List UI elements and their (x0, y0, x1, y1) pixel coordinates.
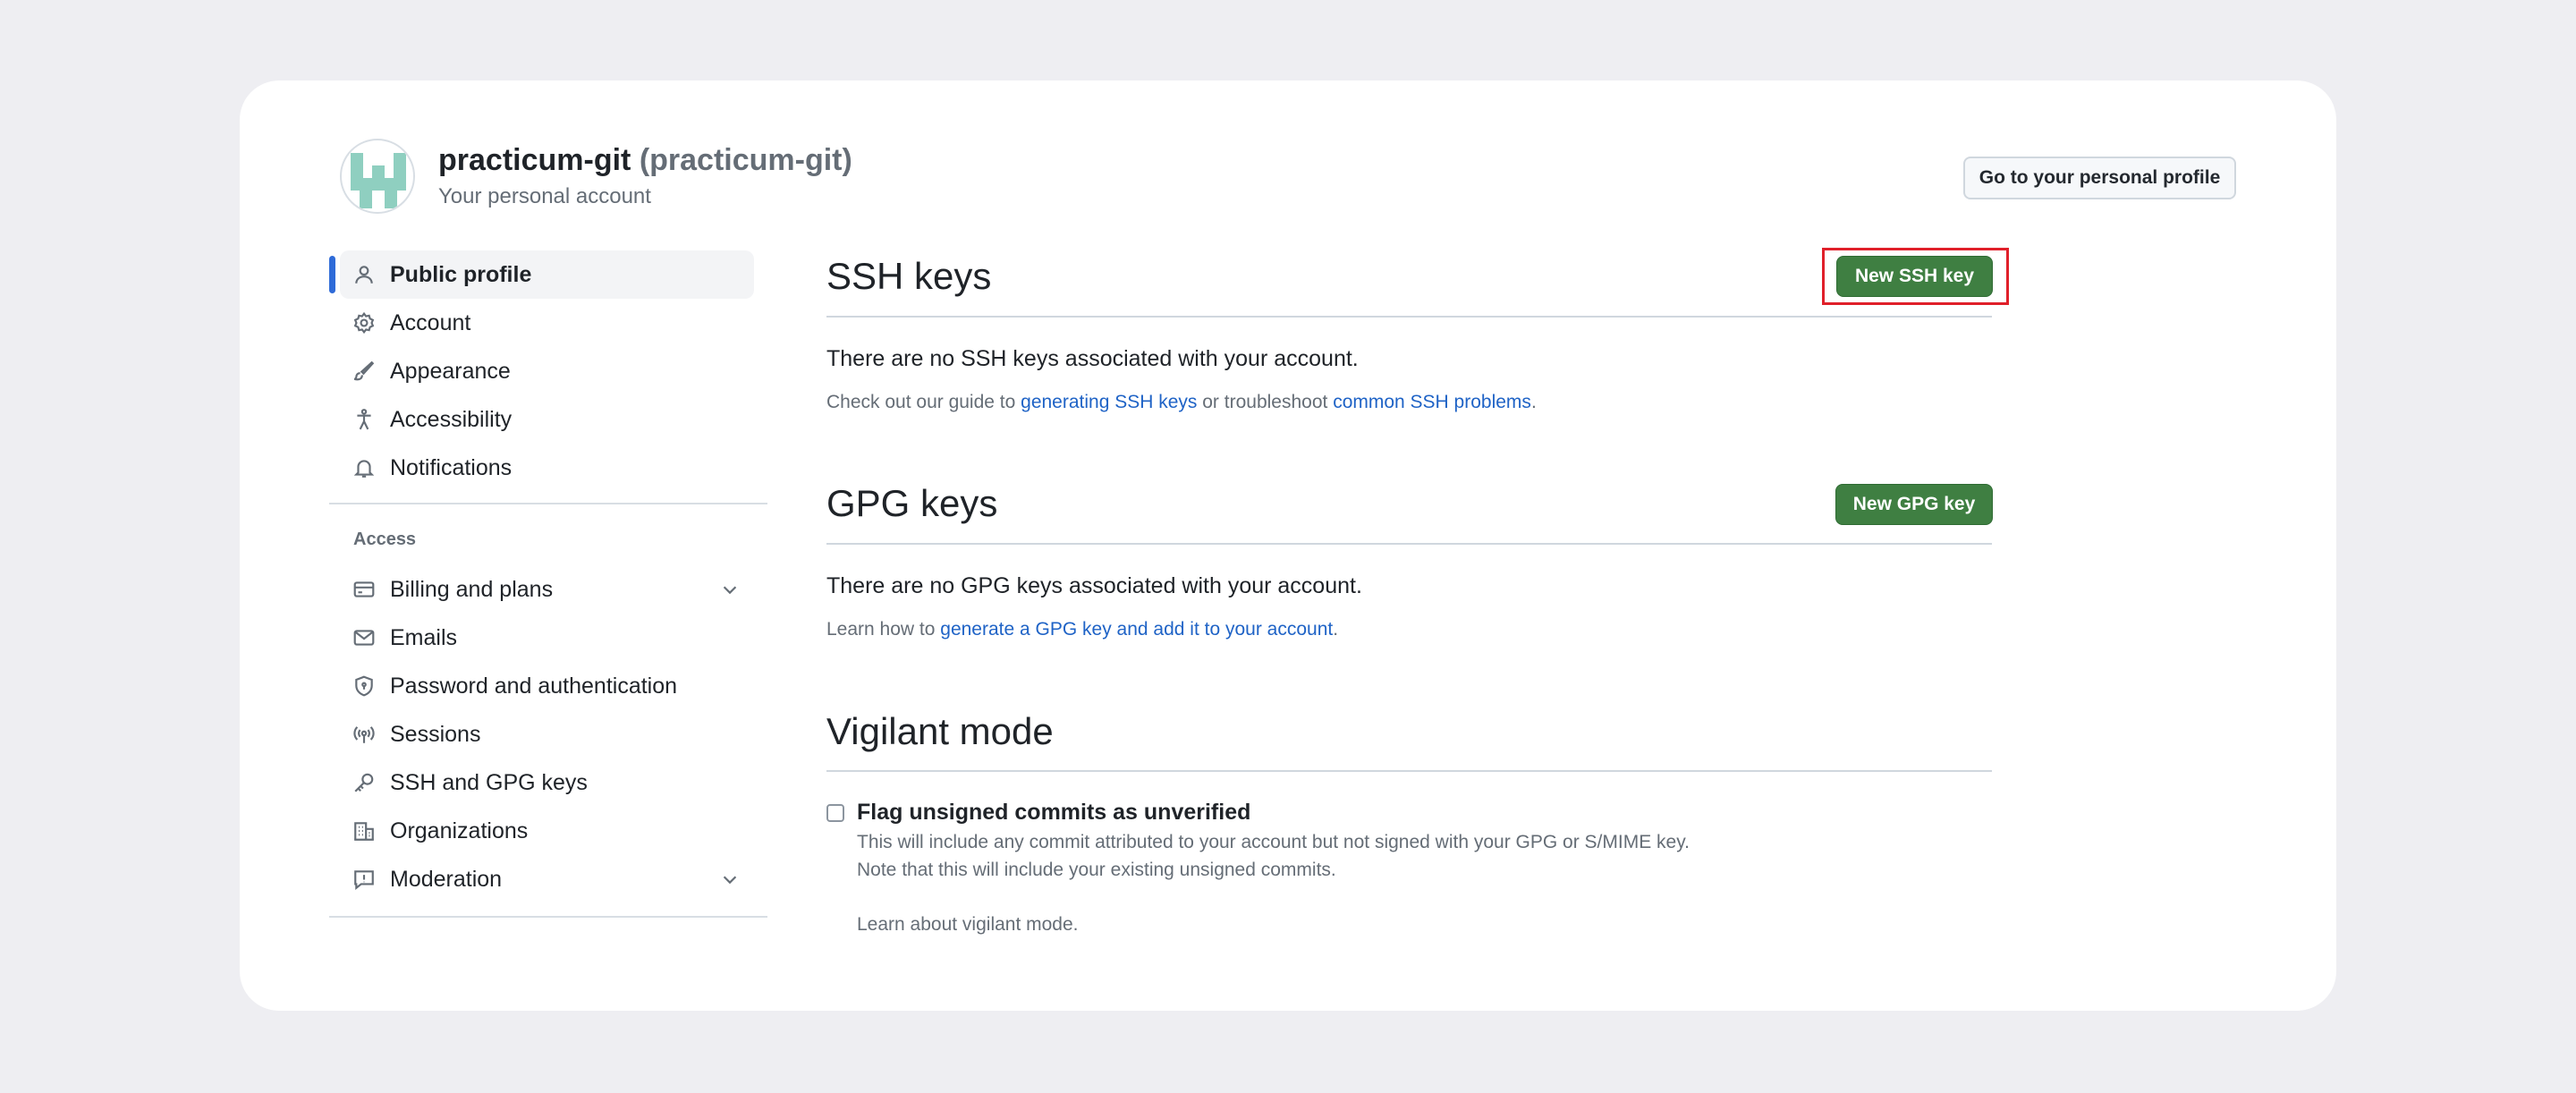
key-icon (352, 771, 376, 794)
accessibility-icon (352, 408, 376, 431)
sidebar-item-public-profile[interactable]: Public profile (329, 250, 754, 299)
ssh-empty-message: There are no SSH keys associated with yo… (826, 346, 1359, 371)
sidebar-item-billing[interactable]: Billing and plans (340, 565, 754, 614)
shield-icon (352, 674, 376, 698)
sidebar-divider (329, 916, 767, 918)
bell-icon (352, 456, 376, 479)
sidebar-item-organizations[interactable]: Organizations (340, 807, 754, 855)
section-divider (826, 770, 1992, 772)
vigilant-note-line2: Note that this will include your existin… (857, 860, 1336, 880)
ssh-keys-title: SSH keys (826, 255, 992, 297)
paintbrush-icon (352, 360, 376, 383)
sidebar-item-label: Account (390, 309, 471, 335)
sidebar-item-label: Notifications (390, 454, 513, 480)
sidebar-item-label: Appearance (390, 358, 511, 384)
sidebar-item-label: Public profile (390, 261, 532, 287)
mail-icon (352, 626, 376, 649)
ssh-guide-middle: or troubleshoot (1197, 392, 1334, 412)
sidebar-item-label: Billing and plans (390, 576, 554, 602)
go-to-profile-button[interactable]: Go to your personal profile (1963, 157, 2236, 199)
sidebar-item-notifications[interactable]: Notifications (340, 444, 754, 492)
highlight-box (1822, 248, 2009, 305)
sidebar-item-label: Accessibility (390, 406, 513, 432)
chevron-down-icon[interactable] (720, 869, 740, 889)
ssh-guide-suffix: . (1530, 392, 1537, 412)
sidebar-item-account[interactable]: Account (340, 299, 754, 347)
sidebar-item-sessions[interactable]: Sessions (340, 710, 754, 758)
sidebar-item-label: Moderation (390, 866, 503, 892)
generating-ssh-keys-link[interactable]: generating SSH keys (1021, 392, 1197, 412)
generate-gpg-key-link[interactable]: generate a GPG key and add it to your ac… (940, 619, 1333, 640)
display-name: practicum-git (438, 143, 631, 177)
sidebar-item-label: Sessions (390, 721, 481, 747)
sidebar-item-label: Emails (390, 624, 458, 650)
sidebar-item-accessibility[interactable]: Accessibility (340, 395, 754, 444)
common-ssh-problems-link[interactable]: common SSH problems (1333, 392, 1531, 412)
gpg-keys-title: GPG keys (826, 482, 998, 524)
sidebar-heading-access: Access (353, 530, 417, 549)
gear-icon (352, 311, 376, 335)
account-subtitle: Your personal account (438, 184, 651, 208)
report-icon (352, 868, 376, 891)
vigilant-mode-checkbox-label[interactable]: Flag unsigned commits as unverified (857, 800, 1250, 826)
gpg-learn-suffix: . (1333, 619, 1339, 640)
chevron-down-icon[interactable] (720, 580, 740, 599)
sidebar-item-emails[interactable]: Emails (340, 614, 754, 662)
gpg-empty-message: There are no GPG keys associated with yo… (826, 573, 1362, 598)
account-name: practicum-git (practicum-git) (438, 143, 852, 178)
login-name: (practicum-git) (639, 143, 852, 177)
vigilant-mode-checkbox[interactable] (826, 804, 844, 822)
sidebar-item-label: SSH and GPG keys (390, 769, 588, 795)
sidebar-item-label: Organizations (390, 818, 529, 843)
credit-card-icon (352, 578, 376, 601)
avatar[interactable] (340, 139, 415, 214)
sidebar-item-appearance[interactable]: Appearance (340, 347, 754, 395)
sidebar-item-ssh-gpg-keys[interactable]: SSH and GPG keys (340, 758, 754, 807)
section-divider (826, 543, 1992, 545)
active-indicator (329, 256, 335, 293)
person-icon (352, 263, 376, 286)
learn-vigilant-mode-link[interactable]: Learn about vigilant mode. (857, 914, 1079, 936)
organization-icon (352, 819, 376, 843)
new-gpg-key-button[interactable]: New GPG key (1835, 484, 1993, 525)
sidebar-item-label: Password and authentication (390, 673, 678, 699)
gpg-learn-prefix: Learn how to (826, 619, 941, 640)
broadcast-icon (352, 723, 376, 746)
section-divider (826, 316, 1992, 318)
ssh-guide-text: Check out our guide to generating SSH ke… (826, 392, 1537, 413)
ssh-guide-prefix: Check out our guide to (826, 392, 1021, 412)
gpg-learn-text: Learn how to generate a GPG key and add … (826, 619, 1338, 640)
sidebar-item-moderation[interactable]: Moderation (340, 855, 754, 903)
sidebar-divider (329, 503, 767, 504)
sidebar-item-password[interactable]: Password and authentication (340, 662, 754, 710)
vigilant-mode-title: Vigilant mode (826, 710, 1054, 752)
vigilant-note-line1: This will include any commit attributed … (857, 832, 1690, 852)
